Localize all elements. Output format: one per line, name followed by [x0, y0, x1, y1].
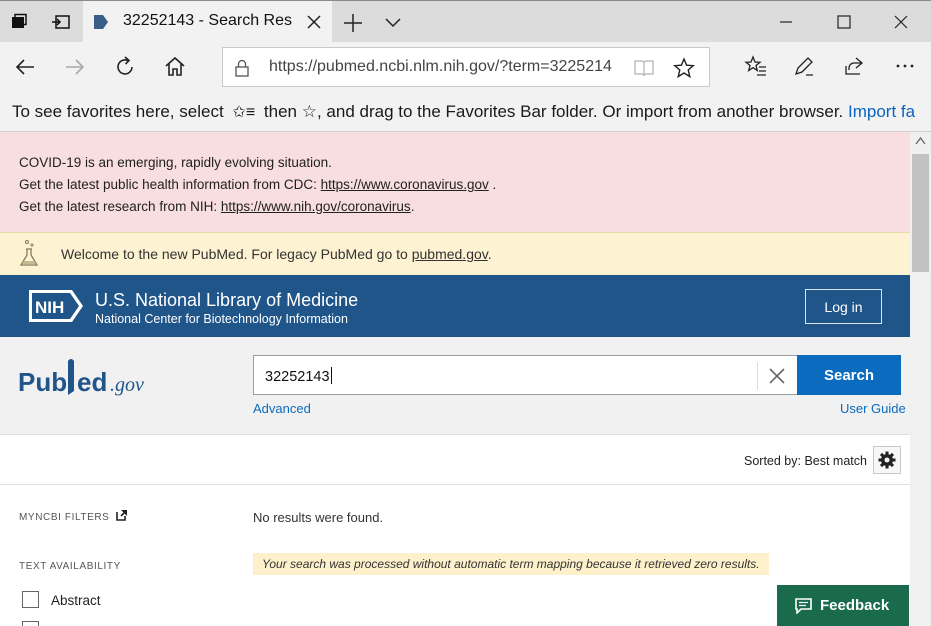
search-area: Pub ed .gov 32252143 Search Advanced Use… — [0, 337, 910, 435]
welcome-text: Welcome to the new PubMed. For legacy Pu… — [61, 246, 492, 262]
covid-banner: COVID-19 is an emerging, rapidly evolvin… — [0, 132, 910, 232]
browser-tab-bar: 32252143 - Search Resu — [0, 0, 931, 43]
page-scrollbar[interactable] — [910, 132, 931, 626]
feedback-chat-icon — [795, 597, 812, 614]
nih-logo-icon[interactable]: NIH — [28, 289, 84, 323]
next-filter-checkbox[interactable] — [22, 621, 39, 626]
favorites-bar: To see favorites here, select ✩≡ then ☆,… — [0, 92, 931, 132]
sort-bar: Sorted by: Best match — [0, 435, 910, 485]
add-favorite-star-icon[interactable] — [673, 57, 695, 79]
share-icon[interactable] — [842, 54, 866, 78]
tab-list-chevron-down-icon[interactable] — [383, 12, 403, 32]
legacy-pubmed-link[interactable]: pubmed.gov — [412, 246, 488, 262]
search-button[interactable]: Search — [797, 355, 901, 395]
new-tab-icon[interactable] — [342, 12, 364, 34]
active-tab[interactable]: 32252143 - Search Resu — [83, 1, 332, 43]
set-tabs-aside-icon[interactable] — [6, 9, 32, 35]
no-results-message: No results were found. — [253, 510, 384, 525]
abstract-label[interactable]: Abstract — [51, 593, 101, 608]
window-close-icon[interactable] — [890, 11, 912, 33]
search-input[interactable]: 32252143 — [253, 355, 798, 395]
myncbi-filters-heading: MYNCBI FILTERS — [19, 512, 110, 523]
pubmed-favicon-icon — [94, 15, 108, 29]
more-options-icon[interactable] — [893, 54, 917, 78]
tab-title: 32252143 - Search Resu — [123, 12, 293, 29]
refresh-icon[interactable] — [112, 54, 138, 80]
address-bar[interactable]: https://pubmed.ncbi.nlm.nih.gov/?term=32… — [222, 47, 710, 87]
lock-icon[interactable] — [233, 58, 251, 78]
nlm-header: NIH U.S. National Library of Medicine Na… — [0, 275, 910, 337]
scrollbar-thumb[interactable] — [912, 154, 929, 272]
feedback-label: Feedback — [820, 597, 890, 614]
search-notice: Your search was processed without automa… — [253, 553, 769, 575]
covid-line-3: Get the latest research from NIH: https:… — [19, 199, 415, 214]
scroll-up-arrow-icon[interactable] — [915, 136, 926, 146]
text-availability-heading: TEXT AVAILABILITY — [19, 561, 121, 572]
nih-link[interactable]: https://www.nih.gov/coronavirus — [221, 199, 411, 214]
maximize-icon[interactable] — [833, 11, 855, 33]
advanced-search-link[interactable]: Advanced — [253, 401, 311, 416]
gear-icon — [878, 451, 896, 469]
favorites-bar-text-after: , and drag to the Favorites Bar folder. … — [316, 102, 844, 121]
external-link-icon[interactable] — [116, 509, 128, 521]
covid-line-1: COVID-19 is an emerging, rapidly evolvin… — [19, 155, 332, 170]
nlm-title[interactable]: U.S. National Library of Medicine — [95, 290, 358, 311]
flask-icon — [19, 240, 39, 266]
covid-line-2: Get the latest public health information… — [19, 177, 497, 192]
url-text[interactable]: https://pubmed.ncbi.nlm.nih.gov/?term=32… — [269, 58, 629, 76]
web-notes-pen-icon[interactable] — [792, 54, 816, 78]
tab-preview-icon[interactable] — [48, 9, 74, 35]
reading-view-icon[interactable] — [633, 58, 655, 78]
user-guide-link[interactable]: User Guide — [840, 401, 906, 416]
cdc-link[interactable]: https://www.coronavirus.gov — [321, 177, 489, 192]
pubmed-logo-pub: Pub — [18, 367, 67, 397]
home-icon[interactable] — [162, 54, 188, 80]
welcome-banner: Welcome to the new PubMed. For legacy Pu… — [0, 232, 910, 275]
favorites-icon[interactable] — [744, 54, 768, 78]
ncbi-subtitle[interactable]: National Center for Biotechnology Inform… — [95, 312, 348, 326]
favorites-list-icon: ✩≡ — [232, 104, 256, 121]
favorites-bar-then: then — [263, 102, 297, 121]
login-button[interactable]: Log in — [805, 289, 882, 324]
pubmed-logo-gov: .gov — [110, 374, 144, 396]
feedback-button[interactable]: Feedback — [777, 585, 909, 626]
minimize-icon[interactable] — [775, 11, 797, 33]
pubmed-logo-ed: ed — [77, 367, 107, 397]
nih-badge-text: NIH — [35, 298, 64, 317]
pubmed-logo[interactable]: Pub ed .gov — [18, 351, 188, 399]
clear-search-icon[interactable] — [766, 365, 788, 387]
browser-nav-bar: https://pubmed.ncbi.nlm.nih.gov/?term=32… — [0, 42, 931, 92]
favorites-bar-text: To see favorites here, select — [12, 102, 224, 121]
star-icon: ☆ — [301, 102, 317, 121]
page-content: COVID-19 is an emerging, rapidly evolvin… — [0, 132, 910, 626]
close-tab-icon[interactable] — [305, 13, 323, 31]
search-input-value[interactable]: 32252143 — [265, 367, 332, 385]
import-favorites-link[interactable]: Import fa — [848, 102, 915, 121]
display-options-button[interactable] — [873, 446, 901, 474]
abstract-checkbox[interactable] — [22, 591, 39, 608]
back-arrow-icon[interactable] — [12, 54, 38, 80]
forward-arrow-icon[interactable] — [62, 54, 88, 80]
sort-label: Sorted by: Best match — [744, 454, 867, 468]
